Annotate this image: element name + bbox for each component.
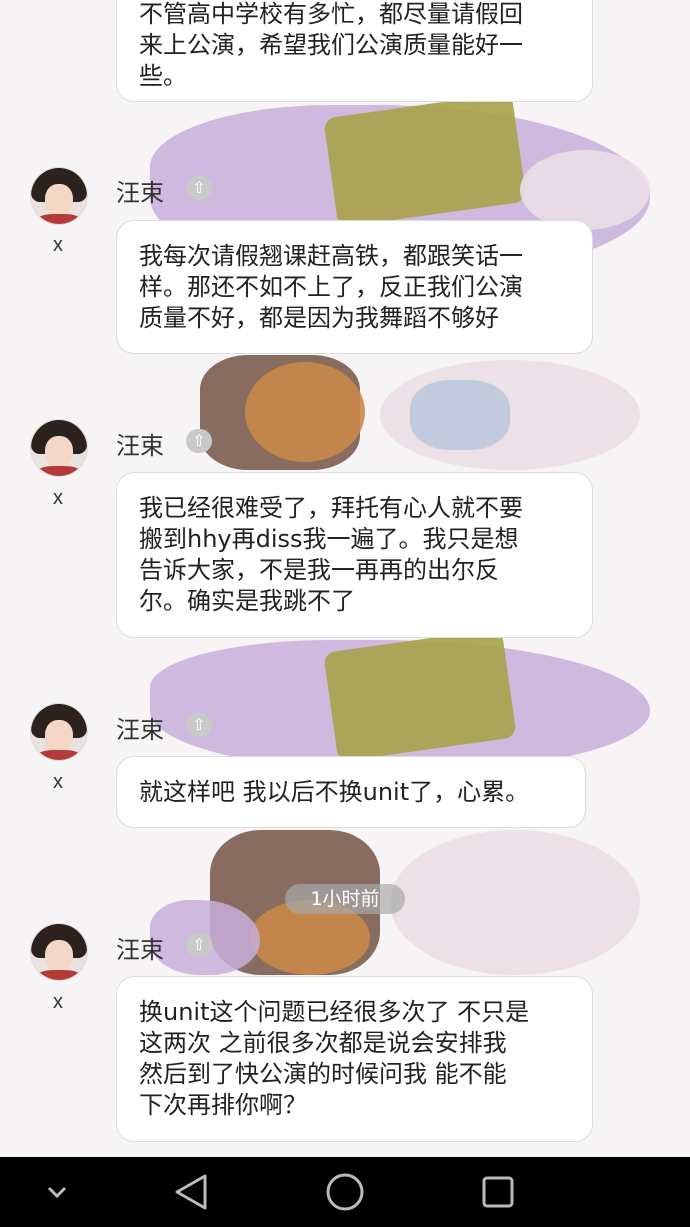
avatar-caption: x	[53, 771, 63, 793]
up-arrow-badge-icon: ⇧	[186, 176, 212, 200]
background-art	[520, 150, 650, 230]
message-bubble[interactable]: 就这样吧 我以后不换unit了，心累。	[116, 756, 586, 828]
up-arrow-badge-icon: ⇧	[186, 429, 212, 453]
back-triangle-icon[interactable]	[146, 1157, 236, 1227]
chat-area[interactable]: 不管高中学校有多忙，都尽量请假回 来上公演，希望我们公演质量能好一 些。 x 汪…	[0, 0, 690, 1157]
chevron-down-icon[interactable]	[12, 1157, 102, 1227]
time-divider: 1小时前	[285, 884, 405, 914]
background-art	[410, 380, 510, 450]
up-arrow-badge-icon: ⇧	[186, 933, 212, 957]
avatar[interactable]	[30, 703, 88, 761]
message-bubble[interactable]: 我已经很难受了，拜托有心人就不要 搬到hhy再diss我一遍了。我只是想 告诉大…	[116, 472, 593, 638]
sender-name: 汪束	[116, 936, 164, 964]
message-bubble[interactable]: 不管高中学校有多忙，都尽量请假回 来上公演，希望我们公演质量能好一 些。	[116, 0, 593, 102]
message-bubble[interactable]: 我每次请假翘课赶高铁，都跟笑话一 样。那还不如不上了，反正我们公演 质量不好，都…	[116, 220, 593, 354]
home-circle-icon[interactable]	[300, 1157, 390, 1227]
recents-square-icon[interactable]	[453, 1157, 543, 1227]
avatar-caption: x	[53, 991, 63, 1013]
navigation-bar	[0, 1157, 690, 1227]
background-art	[390, 830, 640, 975]
sender-name: 汪束	[116, 179, 164, 207]
avatar[interactable]	[30, 419, 88, 477]
up-arrow-badge-icon: ⇧	[186, 713, 212, 737]
message-bubble[interactable]: 换unit这个问题已经很多次了 不只是 这两次 之前很多次都是说会安排我 然后到…	[116, 976, 593, 1142]
sender-name: 汪束	[116, 716, 164, 744]
avatar[interactable]	[30, 923, 88, 981]
avatar-caption: x	[53, 487, 63, 509]
sender-name: 汪束	[116, 432, 164, 460]
background-art	[245, 362, 365, 462]
avatar[interactable]	[30, 167, 88, 225]
avatar-caption: x	[53, 234, 63, 256]
